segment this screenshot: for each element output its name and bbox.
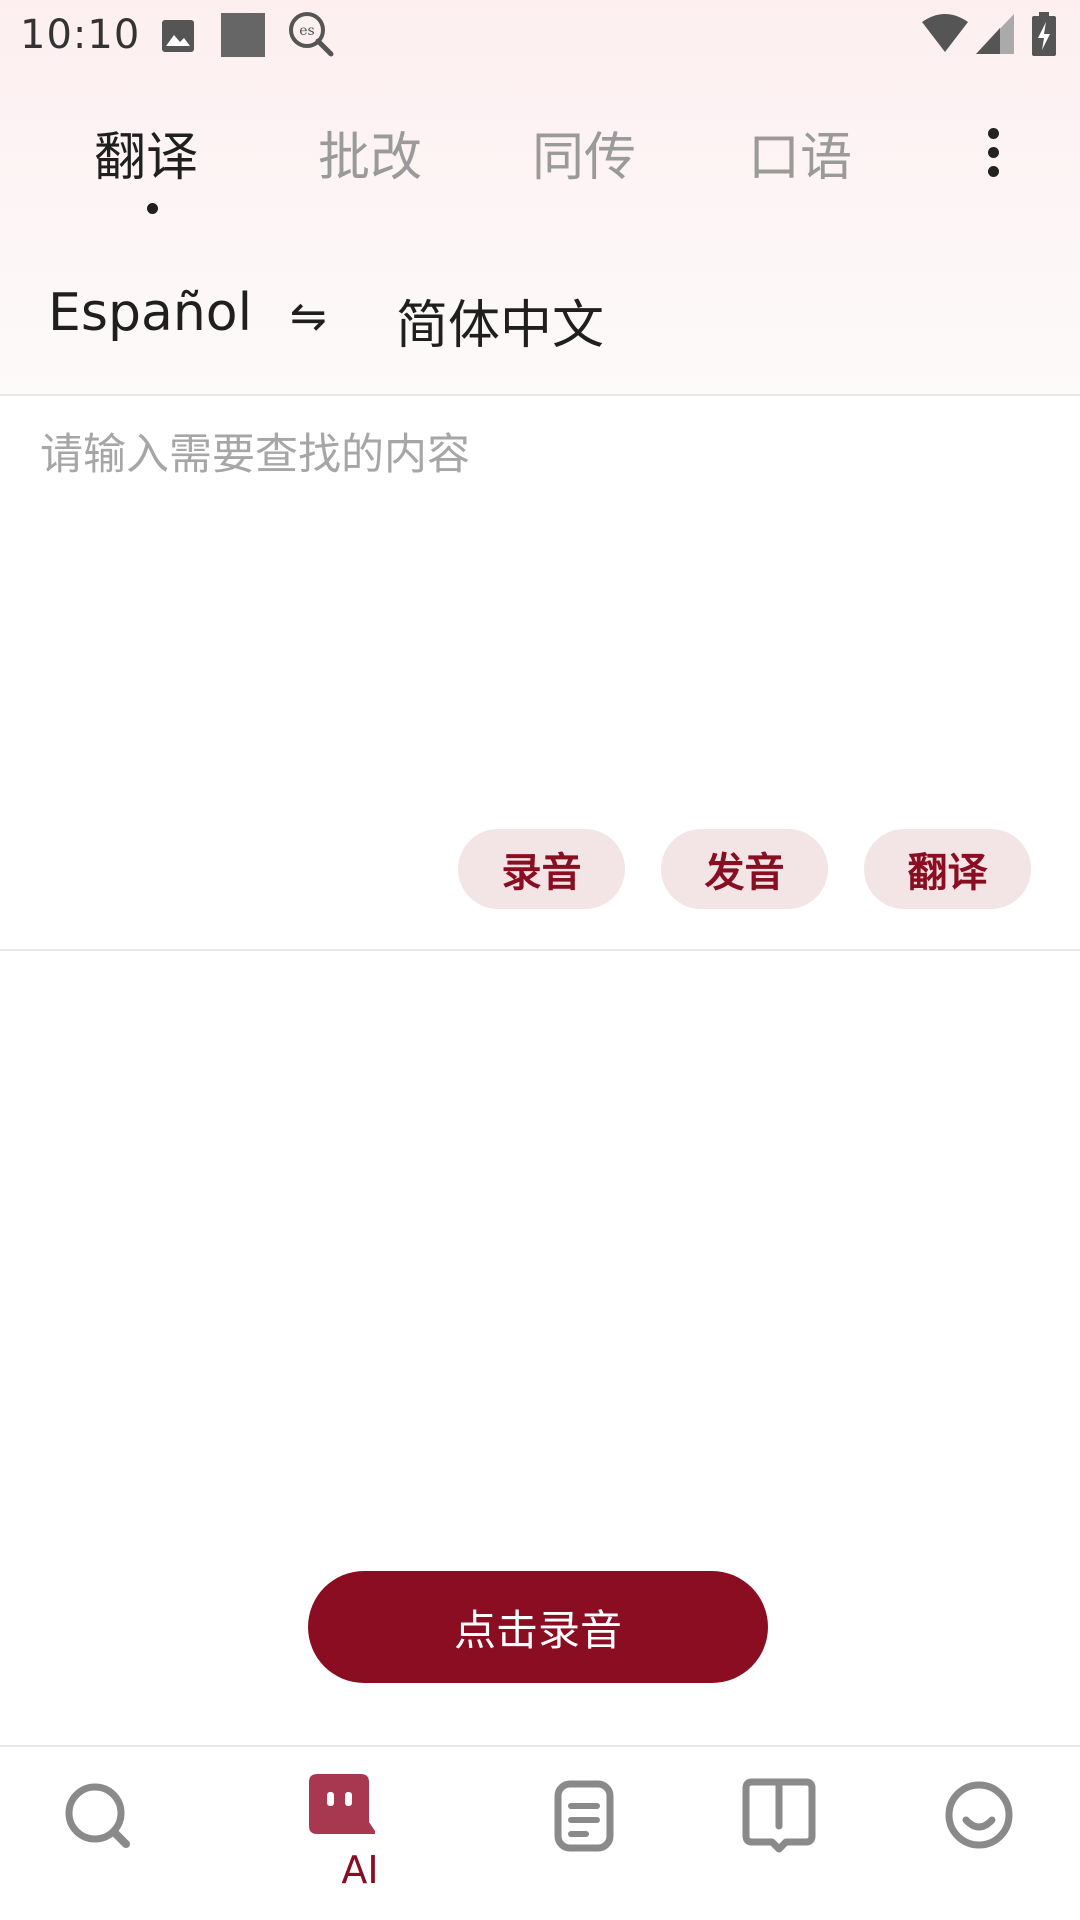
source-language[interactable]: Español [48,283,252,343]
image-icon [162,20,194,52]
nav-notes-icon[interactable] [540,1770,630,1860]
tab-simultaneous[interactable]: 同传 [532,115,636,190]
es-search-icon: es [289,12,334,57]
translate-chip-button[interactable]: 翻译 [864,829,1031,909]
nav-smiley-icon[interactable] [934,1770,1024,1860]
signal-icon [976,14,1014,54]
tab-oral[interactable]: 口语 [748,115,852,190]
more-options-icon[interactable] [978,128,1008,184]
tap-to-record-button[interactable]: 点击录音 [308,1571,768,1683]
tab-correct[interactable]: 批改 [318,115,422,190]
target-language[interactable]: 简体中文 [396,283,604,358]
nav-book-icon[interactable] [734,1770,824,1860]
search-input[interactable] [40,420,1040,800]
tab-translate[interactable]: 翻译 [94,115,198,190]
result-area [0,951,1080,1551]
nav-ai-label[interactable]: AI [320,1848,400,1892]
nav-ai-robot-icon[interactable] [303,1770,375,1842]
divider-top [0,394,1080,396]
pronounce-chip-button[interactable]: 发音 [661,829,828,909]
battery-charging-icon [1032,12,1056,56]
status-time: 10:10 [20,12,141,58]
record-chip-button[interactable]: 录音 [458,829,625,909]
square-icon [221,13,265,57]
swap-languages-icon[interactable]: ⇋ [290,291,327,342]
wifi-icon [922,14,968,52]
nav-search-icon[interactable] [52,1770,142,1860]
status-bar: 10:10 es [0,0,1080,74]
svg-text:es: es [299,23,314,39]
active-tab-indicator [147,203,158,214]
